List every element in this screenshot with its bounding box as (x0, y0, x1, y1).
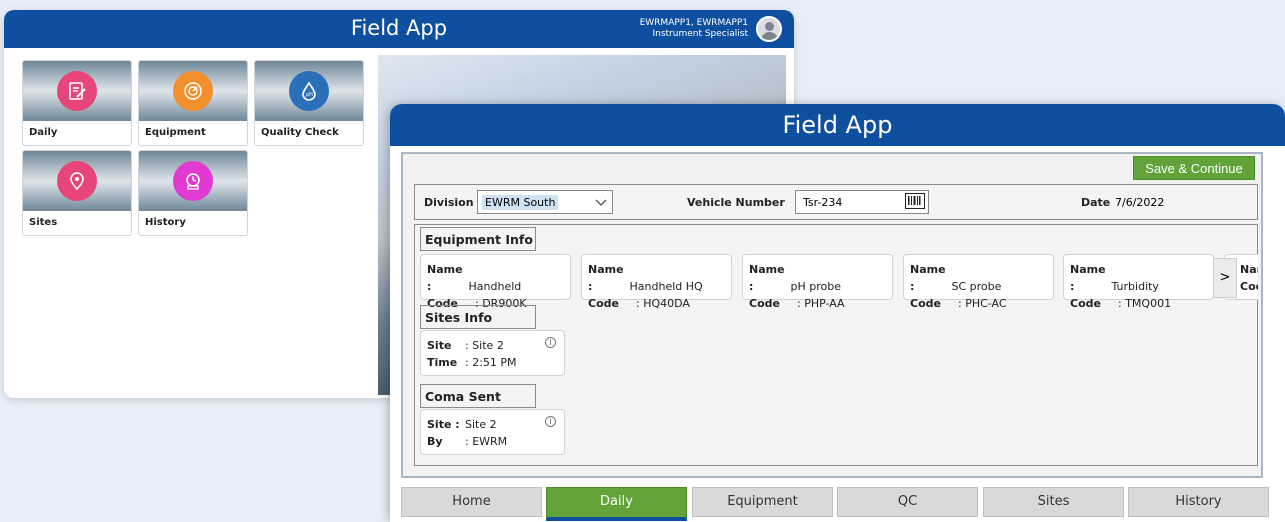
tab-home[interactable]: Home (401, 487, 542, 517)
equipment-card[interactable]: Name : SC probe Code : PHC-AC (903, 254, 1054, 310)
history-icon (173, 161, 213, 201)
bottom-tab-bar: Home Daily Equipment QC Sites History (401, 487, 1271, 521)
barcode-scan-icon[interactable] (905, 193, 925, 209)
division-label: Division (424, 196, 474, 209)
sites-info-heading: Sites Info (420, 305, 536, 329)
code-label: Code (749, 297, 780, 310)
location-pin-icon (57, 161, 97, 201)
info-icon[interactable]: i (545, 416, 556, 427)
equipment-name: Handheld HQ (629, 280, 703, 293)
avatar[interactable] (756, 16, 782, 42)
user-info: EWRMAPP1, EWRMAPP1 Instrument Specialist (640, 18, 748, 40)
daily-form-panel: Save & Continue Division EWRM South Vehi… (401, 152, 1263, 478)
equipment-code: : TMQ001 (1118, 297, 1172, 310)
tile-label: Daily (29, 127, 58, 138)
equipment-card[interactable]: Name : pH probe Code : PHP-AA (742, 254, 893, 310)
tab-history[interactable]: History (1128, 487, 1269, 517)
by-value: : EWRM (465, 435, 508, 448)
back-header: Field App EWRMAPP1, EWRMAPP1 Instrument … (4, 10, 794, 48)
tile-history[interactable]: History (138, 150, 248, 236)
equipment-code: : PHP-AA (797, 297, 845, 310)
name-label: Name : (1070, 263, 1106, 293)
gauge-icon (173, 71, 213, 111)
tile-sites[interactable]: Sites (22, 150, 132, 236)
equipment-name: SC probe (951, 280, 1002, 293)
code-label: Code (588, 297, 619, 310)
info-icon[interactable]: i (545, 337, 556, 348)
name-label: Name : (749, 263, 785, 293)
time-label: Time (427, 356, 458, 369)
equipment-card[interactable]: Name : Handheld HQ Code : HQ40DA (581, 254, 732, 310)
date-label: Date (1081, 196, 1111, 209)
site-value: : Site 2 (465, 339, 504, 352)
coma-card[interactable]: Site : Site 2 By : EWRM i (420, 409, 565, 455)
site-value: Site 2 (465, 418, 497, 431)
equipment-code: : HQ40DA (636, 297, 690, 310)
name-label: Name : (427, 263, 463, 293)
equipment-name: Handheld (468, 280, 522, 293)
form-header-bar: Division EWRM South Vehicle Number Date … (414, 184, 1258, 220)
tile-equipment[interactable]: Equipment (138, 60, 248, 146)
svg-text:pH: pH (306, 92, 313, 98)
site-card[interactable]: Site : Site 2 Time : 2:51 PM i (420, 330, 565, 376)
equipment-card[interactable]: Name : Turbidity Code : TMQ001 (1063, 254, 1214, 310)
equipment-code: : PHC-AC (958, 297, 1007, 310)
tile-label: History (145, 217, 186, 228)
scroll-right-button[interactable]: > (1213, 258, 1237, 298)
tile-label: Sites (29, 217, 58, 228)
code-label: Code (910, 297, 941, 310)
tile-daily[interactable]: Daily (22, 60, 132, 146)
by-label: By (427, 435, 443, 448)
tile-label: Equipment (145, 127, 206, 138)
code-label: Code (1070, 297, 1101, 310)
tile-label: Quality Check (261, 127, 339, 138)
tab-sites[interactable]: Sites (983, 487, 1124, 517)
date-value: 7/6/2022 (1115, 196, 1165, 209)
tab-equipment[interactable]: Equipment (692, 487, 833, 517)
equipment-name: Turbidity (1111, 280, 1159, 293)
equipment-card[interactable]: Name : Handheld Code: DR900K (420, 254, 571, 310)
coma-sent-heading: Coma Sent (420, 384, 536, 408)
front-app-title: Field App (390, 104, 1285, 146)
name-label: Name : (910, 263, 946, 293)
division-value: EWRM South (482, 195, 559, 210)
chevron-down-icon (595, 199, 607, 206)
clipboard-edit-icon (57, 71, 97, 111)
vehicle-number-label: Vehicle Number (687, 196, 785, 209)
water-drop-icon: pH (289, 71, 329, 111)
equipment-name: pH probe (790, 280, 842, 293)
user-role: Instrument Specialist (652, 29, 748, 39)
equipment-info-heading: Equipment Info (420, 227, 536, 251)
time-value: : 2:51 PM (465, 356, 517, 369)
save-continue-button[interactable]: Save & Continue (1133, 156, 1255, 180)
user-name: EWRMAPP1, EWRMAPP1 (639, 18, 748, 28)
site-label: Site : (427, 418, 460, 431)
tab-daily[interactable]: Daily (546, 487, 687, 521)
site-label: Site (427, 339, 452, 352)
form-content: Equipment Info Name : Handheld Code: DR9… (414, 224, 1258, 466)
chevron-right-icon: > (1219, 270, 1231, 285)
tile-quality-check[interactable]: pH Quality Check (254, 60, 364, 146)
partial-name-label: Nar (1240, 263, 1258, 276)
division-select[interactable]: EWRM South (477, 190, 613, 214)
tab-qc[interactable]: QC (837, 487, 978, 517)
name-label: Name : (588, 263, 624, 293)
partial-code-label: Coc (1240, 280, 1258, 293)
daily-form-window: Field App Save & Continue Division EWRM … (390, 104, 1285, 522)
